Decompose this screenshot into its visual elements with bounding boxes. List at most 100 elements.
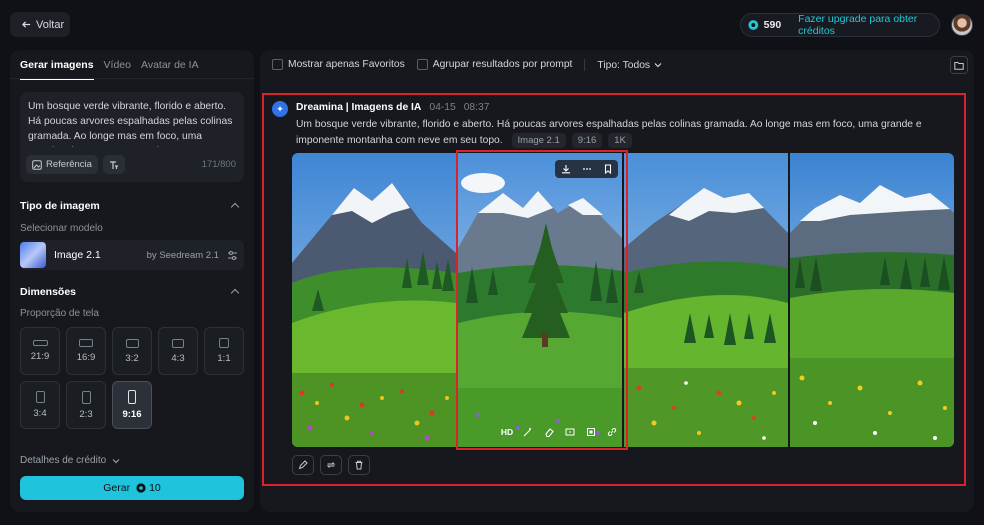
ratio-shape-icon xyxy=(172,338,184,348)
dreamina-logo-icon: ✦ xyxy=(272,101,288,117)
generation-prompt[interactable]: Um bosque verde vibrante, florido e aber… xyxy=(296,117,956,149)
sliders-icon[interactable] xyxy=(227,250,238,261)
ratio-shape-icon xyxy=(219,338,229,348)
folder-button[interactable] xyxy=(950,56,968,74)
generate-label: Gerar xyxy=(103,482,131,494)
tag-ratio: 9:16 xyxy=(571,133,603,148)
crop-icon[interactable] xyxy=(584,425,598,439)
ratio-shape-icon xyxy=(32,340,48,346)
credit-count: 590 xyxy=(763,19,782,31)
generation-actions xyxy=(292,455,370,475)
ratio-label: 2:3 xyxy=(79,408,93,420)
ratio-shape-icon xyxy=(128,390,136,404)
folder-icon xyxy=(954,61,964,70)
reference-button[interactable]: Referência xyxy=(26,155,98,174)
ratio-label: 3:2 xyxy=(125,352,139,364)
favorites-filter[interactable]: Mostrar apenas Favoritos xyxy=(272,59,405,71)
ratio-shape-icon xyxy=(35,391,45,403)
results-panel: Mostrar apenas Favoritos Agrupar resulta… xyxy=(260,50,974,512)
collapse-dimensions-icon[interactable] xyxy=(230,288,240,298)
ratio-3-2[interactable]: 3:2 xyxy=(112,327,152,375)
pencil-icon xyxy=(298,460,308,470)
back-label: Voltar xyxy=(36,18,65,31)
ratio-label: 9:16 xyxy=(122,409,142,420)
image-bottom-toolbar: HD xyxy=(500,425,619,439)
ratio-9-16[interactable]: 9:16 xyxy=(112,381,152,429)
mode-tabs: Gerar imagens Vídeo Avatar de IA xyxy=(20,59,199,80)
filters-divider xyxy=(584,59,586,71)
ratio-1-1[interactable]: 1:1 xyxy=(204,327,244,375)
ratio-4-3[interactable]: 4:3 xyxy=(158,327,198,375)
generated-image-4[interactable] xyxy=(790,153,954,447)
ratio-16-9[interactable]: 16:9 xyxy=(66,327,106,375)
group-checkbox[interactable] xyxy=(416,59,428,71)
download-icon[interactable] xyxy=(561,164,571,174)
generated-image-3[interactable] xyxy=(624,153,788,447)
back-button[interactable]: Voltar xyxy=(10,12,70,37)
ratio-label: 1:1 xyxy=(217,353,231,364)
regenerate-button[interactable] xyxy=(320,455,342,475)
tab-generate-images[interactable]: Gerar imagens xyxy=(20,59,94,80)
prompt-text[interactable]: Um bosque verde vibrante, florido e aber… xyxy=(28,99,236,147)
tab-ai-avatar[interactable]: Avatar de IA xyxy=(141,59,199,80)
more-icon[interactable] xyxy=(582,164,592,174)
model-name: Image 2.1 xyxy=(54,249,101,261)
generation-settings-panel: Gerar imagens Vídeo Avatar de IA Um bosq… xyxy=(10,50,254,512)
generation-source: Dreamina | Imagens de IA xyxy=(296,102,422,113)
aspect-ratio-label: Proporção de tela xyxy=(20,308,99,319)
model-provider: by Seedream 2.1 xyxy=(146,249,219,261)
favorites-filter-label: Mostrar apenas Favoritos xyxy=(288,59,405,71)
credit-details-label: Detalhes de crédito xyxy=(20,455,107,466)
image-reference-icon xyxy=(32,159,42,170)
credit-details-toggle[interactable]: Detalhes de crédito xyxy=(20,455,120,466)
arrow-left-icon xyxy=(22,21,31,28)
user-avatar[interactable] xyxy=(951,14,973,36)
tag-model: Image 2.1 xyxy=(511,133,566,148)
landscape-image xyxy=(790,153,954,447)
hd-upscale-button[interactable]: HD xyxy=(500,425,514,439)
group-filter[interactable]: Agrupar resultados por prompt xyxy=(416,59,573,71)
tab-video[interactable]: Vídeo xyxy=(104,59,131,80)
prompt-input[interactable]: Um bosque verde vibrante, florido e aber… xyxy=(20,92,244,182)
model-selector[interactable]: Image 2.1 by Seedream 2.1 xyxy=(20,240,244,270)
credits-pill[interactable]: 590 Fazer upgrade para obter créditos xyxy=(740,13,940,37)
type-filter-label: Tipo: Todos xyxy=(597,59,651,71)
group-filter-label: Agrupar resultados por prompt xyxy=(432,59,573,71)
image-top-toolbar xyxy=(555,160,618,178)
magic-wand-icon[interactable] xyxy=(521,425,535,439)
generation-date: 04-15 xyxy=(429,102,456,113)
credit-coin-icon xyxy=(748,20,759,30)
image-type-title: Tipo de imagem xyxy=(20,200,100,212)
ratio-shape-icon xyxy=(79,339,93,347)
results-filters: Mostrar apenas Favoritos Agrupar resulta… xyxy=(272,59,662,71)
link-icon[interactable] xyxy=(605,425,619,439)
ratio-21-9[interactable]: 21:9 xyxy=(20,327,60,375)
delete-button[interactable] xyxy=(348,455,370,475)
bookmark-icon[interactable] xyxy=(603,164,613,174)
chevron-down-icon xyxy=(112,458,120,463)
expand-icon[interactable] xyxy=(563,425,577,439)
generated-image-2[interactable]: HD xyxy=(458,153,622,447)
trash-icon xyxy=(355,460,363,470)
edit-prompt-button[interactable] xyxy=(292,455,314,475)
ratio-label: 4:3 xyxy=(171,352,185,364)
landscape-image xyxy=(624,153,788,447)
generated-image-1[interactable] xyxy=(292,153,456,447)
dimensions-title: Dimensões xyxy=(20,286,77,298)
tabs-divider xyxy=(10,78,254,79)
regenerate-icon xyxy=(326,462,336,468)
char-counter: 171/800 xyxy=(201,159,236,170)
eraser-icon[interactable] xyxy=(542,425,556,439)
text-style-button[interactable] xyxy=(102,155,125,174)
type-filter-dropdown[interactable]: Tipo: Todos xyxy=(597,60,662,71)
chevron-down-icon xyxy=(654,63,662,68)
model-thumbnail xyxy=(20,242,46,268)
ratio-2-3[interactable]: 2:3 xyxy=(66,381,106,429)
collapse-image-type-icon[interactable] xyxy=(230,202,240,212)
favorites-checkbox[interactable] xyxy=(272,59,283,71)
ratio-shape-icon xyxy=(125,338,139,348)
upgrade-link[interactable]: Fazer upgrade para obter créditos xyxy=(798,13,939,37)
generation-time: 08:37 xyxy=(463,102,490,113)
generate-button[interactable]: Gerar 10 xyxy=(20,476,244,500)
ratio-3-4[interactable]: 3:4 xyxy=(20,381,60,429)
